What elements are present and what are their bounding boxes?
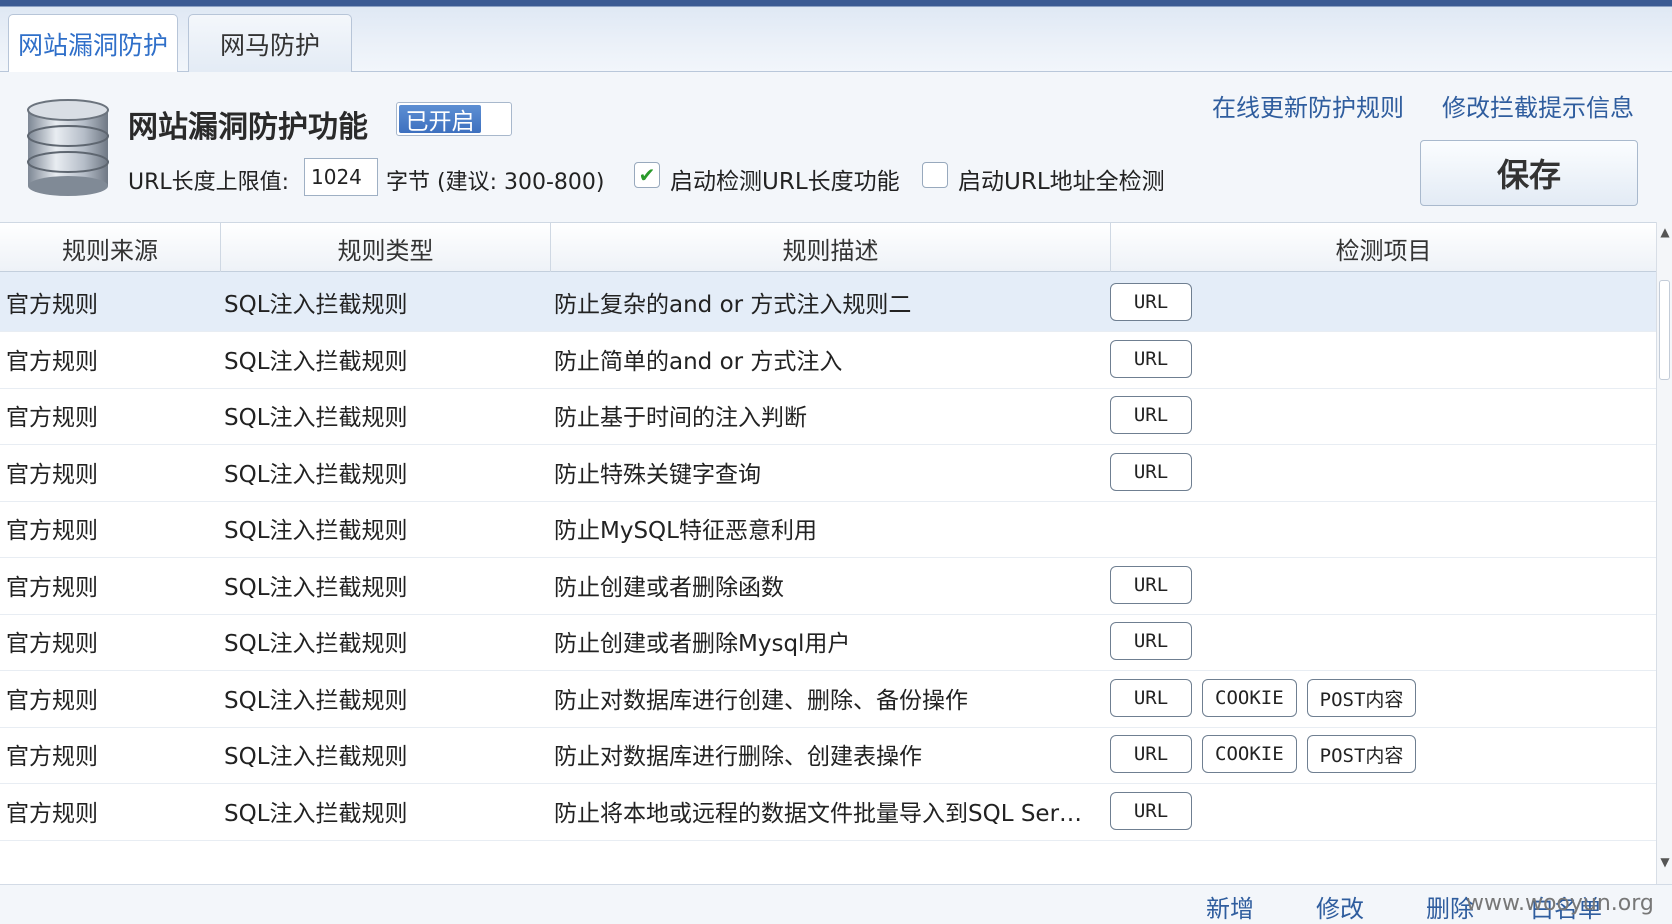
check-item-button[interactable]: URL [1110,566,1192,604]
table-row[interactable]: 官方规则 SQL注入拦截规则 防止基于时间的注入判断 URL [0,385,1656,445]
url-full-check-checkbox[interactable] [922,162,948,188]
check-item-button[interactable]: URL [1110,283,1192,321]
feature-title: 网站漏洞防护功能 [128,110,368,145]
column-header-type[interactable]: 规则类型 [221,223,551,273]
cell-description: 防止MySQL特征恶意利用 [554,518,817,544]
cell-description: 防止创建或者删除Mysql用户 [554,631,851,657]
check-item-button[interactable]: URL [1110,453,1192,491]
cell-source: 官方规则 [6,575,98,601]
cell-type: SQL注入拦截规则 [224,462,408,488]
tab-trojan-protection[interactable]: 网马防护 [188,14,352,72]
tab-label: 网站漏洞防护 [17,31,168,60]
modify-block-message-link[interactable]: 修改拦截提示信息 [1442,88,1634,123]
table-row[interactable]: 官方规则 SQL注入拦截规则 防止将本地或远程的数据文件批量导入到SQL Ser… U… [0,781,1656,841]
check-item-button[interactable]: URL [1110,735,1192,773]
table-row[interactable]: 官方规则 SQL注入拦截规则 防止创建或者删除Mysql用户 URL [0,611,1656,671]
rules-table-header: 规则来源 规则类型 规则描述 检测项目 [0,222,1656,273]
scroll-thumb[interactable] [1659,280,1670,380]
check-item-button[interactable]: POST内容 [1306,735,1417,773]
cell-description: 防止简单的and or 方式注入 [554,349,843,375]
cell-check-items [1110,498,1650,558]
table-row[interactable]: 官方规则 SQL注入拦截规则 防止MySQL特征恶意利用 [0,498,1656,558]
cell-check-items: URL COOKIE POST内容 [1110,724,1650,784]
table-row[interactable]: 官方规则 SQL注入拦截规则 防止简单的and or 方式注入 URL [0,329,1656,389]
cell-description: 防止将本地或远程的数据文件批量导入到SQL Ser… [554,801,1083,827]
cell-type: SQL注入拦截规则 [224,744,408,770]
toggle-on-label: 已开启 [399,105,481,135]
cell-type: SQL注入拦截规则 [224,349,408,375]
cell-description: 防止复杂的and or 方式注入规则二 [554,292,912,318]
cell-type: SQL注入拦截规则 [224,292,408,318]
cell-type: SQL注入拦截规则 [224,405,408,431]
cell-description: 防止创建或者删除函数 [554,575,784,601]
watermark-text: www.wooyun.org [1466,891,1654,916]
url-length-check-checkbox[interactable]: ✔ [634,162,660,188]
cell-source: 官方规则 [6,462,98,488]
cell-check-items: URL [1110,329,1650,389]
tab-bar: 网站漏洞防护 网马防护 [0,0,1672,73]
vertical-scrollbar[interactable]: ▲ ▼ [1656,222,1672,884]
cell-source: 官方规则 [6,744,98,770]
check-item-button[interactable]: COOKIE [1202,735,1297,773]
cell-type: SQL注入拦截规则 [224,631,408,657]
update-rules-link[interactable]: 在线更新防护规则 [1212,88,1404,123]
add-rule-link[interactable]: 新增 [1206,889,1254,924]
cell-description: 防止基于时间的注入判断 [554,405,807,431]
cell-source: 官方规则 [6,631,98,657]
check-item-button[interactable]: URL [1110,340,1192,378]
cell-source: 官方规则 [6,518,98,544]
database-icon [27,99,109,196]
cell-description: 防止对数据库进行创建、删除、备份操作 [554,688,968,714]
cell-source: 官方规则 [6,292,98,318]
url-limit-hint: 字节 (建议: 300-800) [386,170,605,195]
cell-type: SQL注入拦截规则 [224,575,408,601]
footer-actions: 新增 修改 删除 白名单 www.wooyun.org [0,884,1672,924]
scroll-up-icon[interactable]: ▲ [1659,226,1671,238]
feature-header: 网站漏洞防护功能 已开启 在线更新防护规则 修改拦截提示信息 URL长度上限值:… [0,72,1672,222]
cell-source: 官方规则 [6,688,98,714]
cell-check-items: URL [1110,781,1650,841]
check-item-button[interactable]: URL [1110,396,1192,434]
table-row[interactable]: 官方规则 SQL注入拦截规则 防止对数据库进行创建、删除、备份操作 URL COOKIE… [0,668,1656,728]
check-item-button[interactable]: POST内容 [1306,679,1417,717]
column-header-check-items[interactable]: 检测项目 [1111,223,1656,273]
check-item-button[interactable]: URL [1110,679,1192,717]
cell-check-items: URL COOKIE POST内容 [1110,668,1650,728]
check-item-button[interactable]: URL [1110,792,1192,830]
url-length-check-label: 启动检测URL长度功能 [670,169,900,195]
cell-type: SQL注入拦截规则 [224,518,408,544]
cell-description: 防止对数据库进行删除、创建表操作 [554,744,922,770]
table-row[interactable]: 官方规则 SQL注入拦截规则 防止对数据库进行删除、创建表操作 URL COOKIE PO… [0,724,1656,784]
scroll-down-icon[interactable]: ▼ [1659,856,1671,868]
check-item-button[interactable]: COOKIE [1202,679,1297,717]
edit-rule-link[interactable]: 修改 [1316,889,1364,924]
table-row[interactable]: 官方规则 SQL注入拦截规则 防止创建或者删除函数 URL [0,555,1656,615]
table-row[interactable]: 官方规则 SQL注入拦截规则 防止复杂的and or 方式注入规则二 URL [0,272,1656,332]
url-full-check-label: 启动URL地址全检测 [958,169,1165,195]
protection-toggle[interactable]: 已开启 [396,102,512,136]
column-header-description[interactable]: 规则描述 [551,223,1111,273]
cell-type: SQL注入拦截规则 [224,801,408,827]
cell-check-items: URL [1110,385,1650,445]
tab-website-vuln-protection[interactable]: 网站漏洞防护 [8,14,178,73]
column-header-source[interactable]: 规则来源 [0,223,221,273]
check-item-button[interactable]: URL [1110,622,1192,660]
app-window: 网站漏洞防护 网马防护 网站漏洞防护功能 已开启 在线更新防护规则 修改拦截提示… [0,0,1672,924]
tab-label: 网马防护 [219,30,320,60]
rules-table-body: 官方规则 SQL注入拦截规则 防止复杂的and or 方式注入规则二 URL 官方规则 S… [0,272,1656,884]
cell-check-items: URL [1110,555,1650,615]
table-row[interactable]: 官方规则 SQL注入拦截规则 防止特殊关键字查询 URL [0,442,1656,502]
cell-check-items: URL [1110,611,1650,671]
url-limit-label: URL长度上限值: [128,170,290,195]
cell-source: 官方规则 [6,801,98,827]
cell-source: 官方规则 [6,349,98,375]
save-button[interactable]: 保存 [1420,140,1638,206]
checkmark-icon: ✔ [638,163,656,187]
cell-check-items: URL [1110,442,1650,502]
cell-type: SQL注入拦截规则 [224,688,408,714]
cell-source: 官方规则 [6,405,98,431]
cell-check-items: URL [1110,272,1650,332]
url-limit-input[interactable] [304,158,378,196]
cell-description: 防止特殊关键字查询 [554,462,761,488]
